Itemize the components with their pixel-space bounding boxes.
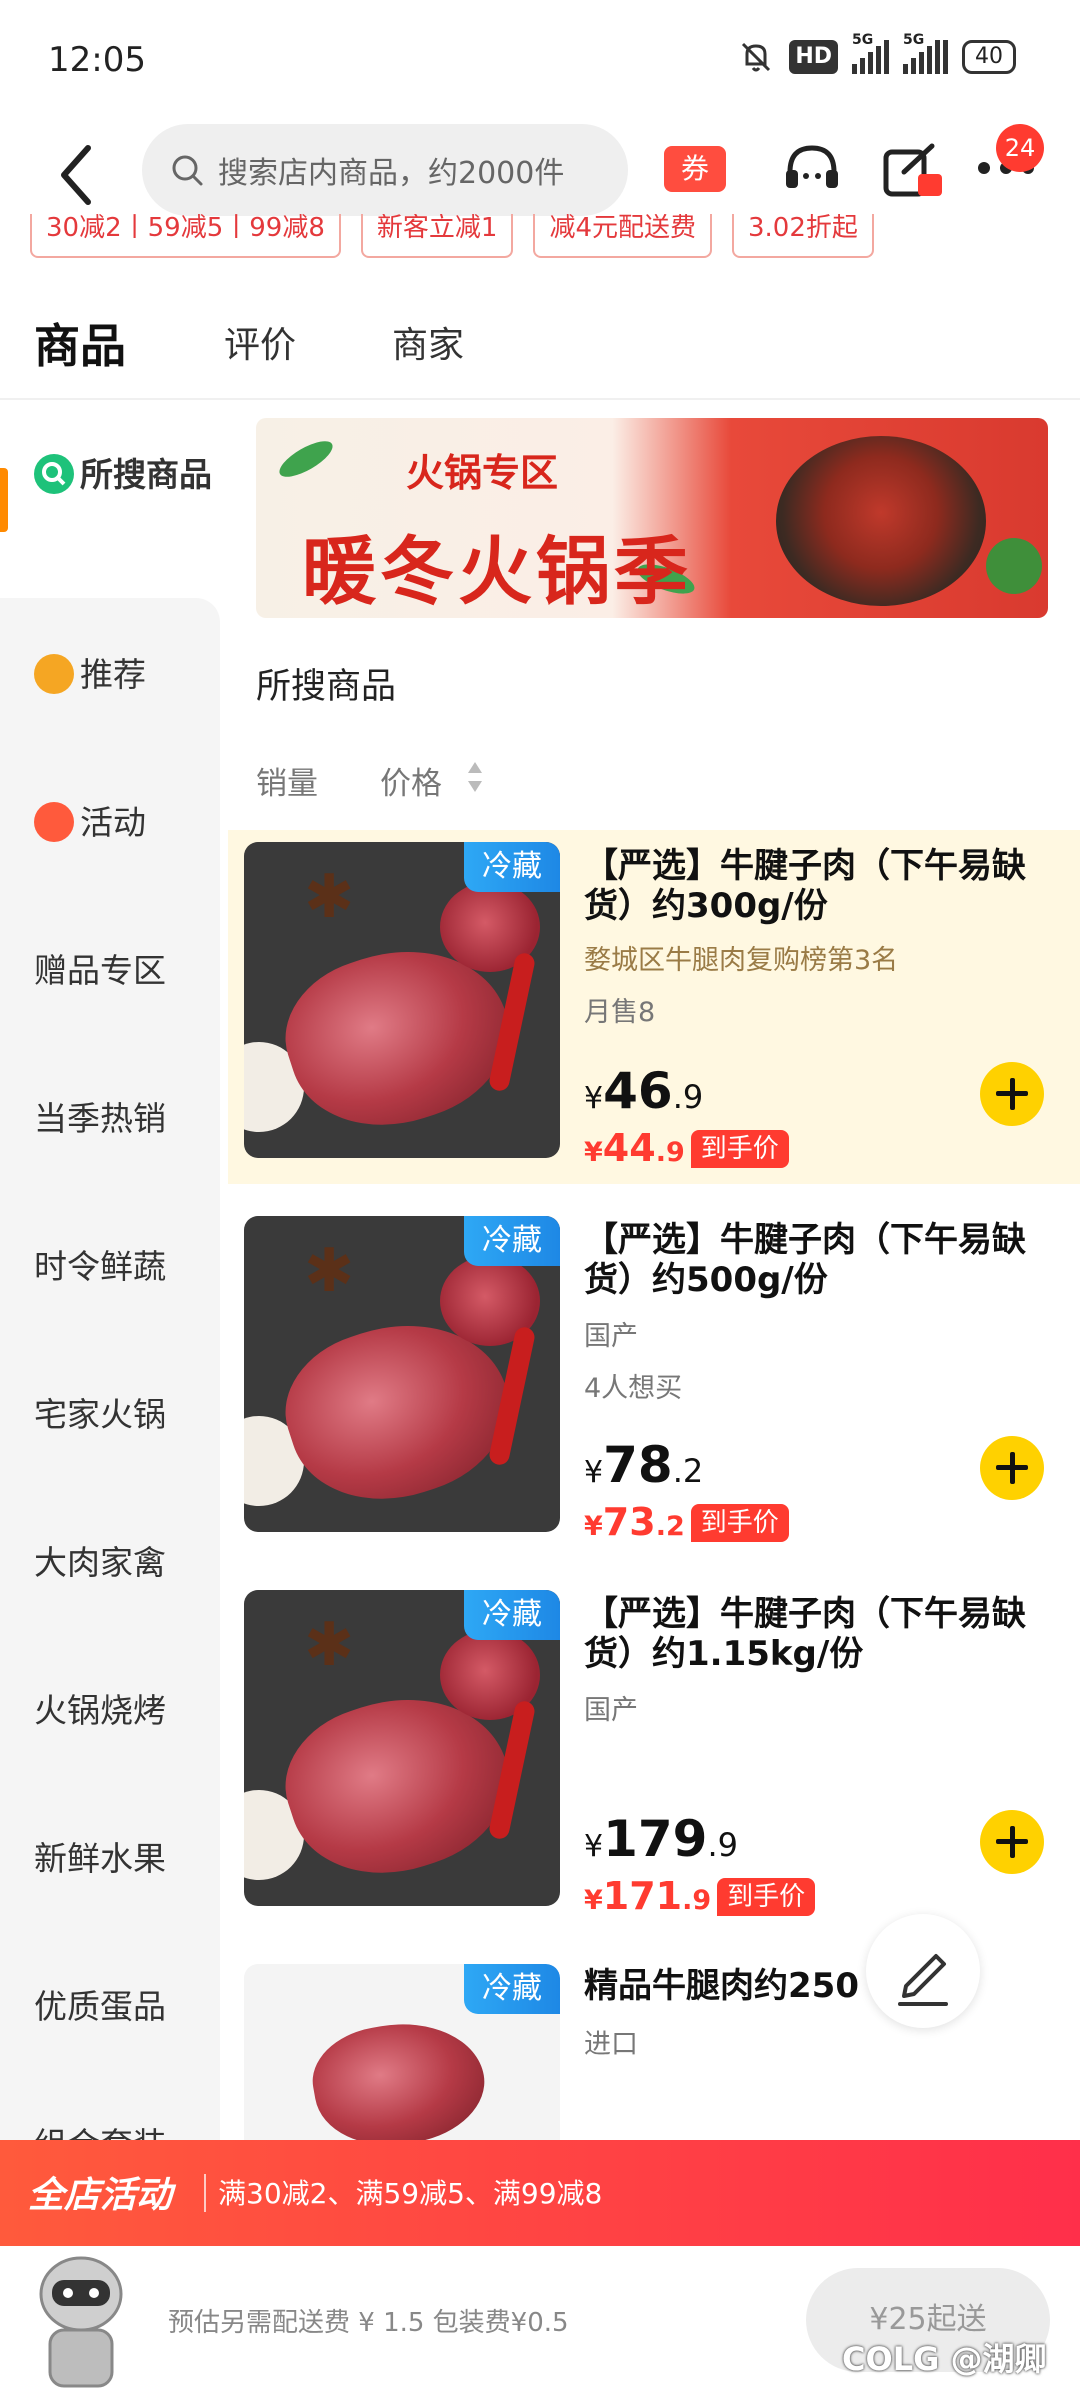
promo-tag[interactable]: 减4元配送费: [533, 214, 712, 258]
product-image[interactable]: ✱ 冷藏: [244, 1216, 560, 1532]
search-icon: [172, 155, 203, 186]
cold-storage-tag: 冷藏: [464, 1216, 560, 1266]
sidebar-item-recommend[interactable]: 推荐: [0, 648, 220, 696]
status-icons: HD 5G 5G 40: [737, 32, 1016, 76]
share-icon[interactable]: [880, 138, 944, 202]
activity-label: 全店活动: [28, 2175, 173, 2216]
sidebar-item-hotpot-home[interactable]: 宅家火锅: [0, 1388, 220, 1436]
store-activity-bar[interactable]: 全店活动 满30减2、满59减5、满99减8: [0, 2140, 1080, 2246]
sort-by-sales[interactable]: 销量: [256, 758, 318, 803]
product-origin: 国产: [584, 1695, 638, 1726]
status-time: 12:05: [48, 40, 146, 80]
hd-icon: HD: [789, 40, 838, 74]
signal-icon-2: 5G: [903, 32, 948, 74]
delivery-fee-text: 预估另需配送费 ¥ 1.5 包装费¥0.5: [168, 2308, 569, 2338]
cold-storage-tag: 冷藏: [464, 1964, 560, 2014]
tab-merchant[interactable]: 商家: [392, 316, 464, 368]
activity-text: 满30减2、满59减5、满99减8: [218, 2177, 603, 2210]
mute-icon: [742, 42, 771, 72]
product-image[interactable]: ✱ 冷藏: [244, 842, 560, 1158]
coupon-button[interactable]: 券: [664, 146, 726, 192]
banner-subtitle: 火锅专区: [406, 451, 559, 495]
back-icon[interactable]: [52, 140, 102, 210]
product-deal-price: ¥44.9 到手价: [584, 1126, 789, 1170]
sidebar-item-hotpot-bbq[interactable]: 火锅烧烤: [0, 1684, 220, 1732]
add-to-cart-button[interactable]: [980, 1436, 1044, 1500]
product-title[interactable]: 【严选】牛腱子肉（下午易缺货）约1.15kg/份: [584, 1594, 1064, 1674]
sidebar-item-meat[interactable]: 大肉家禽: [0, 1536, 220, 1584]
product-card[interactable]: ✱ 冷藏 【严选】牛腱子肉（下午易缺货）约500g/份 国产 4人想买 ¥78.…: [228, 1204, 1080, 1564]
sort-by-price[interactable]: 价格: [380, 758, 442, 803]
sidebar-item-label: 活动: [80, 803, 146, 842]
hotpot-banner[interactable]: 火锅专区 暖冬火锅季: [256, 418, 1048, 618]
section-title: 所搜商品: [256, 667, 397, 707]
product-rank: 婺城区牛腿肉复购榜第3名: [584, 945, 899, 976]
product-price: ¥179.9: [584, 1810, 738, 1868]
cart-bar: 预估另需配送费 ¥ 1.5 包装费¥0.5 ¥25起送 COLG @湖卿: [0, 2246, 1080, 2400]
status-bar: 12:05 HD 5G 5G 40: [0, 0, 1080, 120]
customer-service-icon[interactable]: [780, 138, 844, 202]
broccoli-image: [986, 538, 1042, 594]
cold-storage-tag: 冷藏: [464, 1590, 560, 1640]
sidebar-item-label: 推荐: [80, 655, 146, 694]
battery-icon: 40: [962, 40, 1016, 74]
product-deal-price: ¥73.2 到手价: [584, 1500, 789, 1544]
product-title[interactable]: 【严选】牛腱子肉（下午易缺货）约300g/份: [584, 846, 1064, 926]
signal-icon-1: 5G: [852, 32, 889, 74]
sidebar-item-fruits[interactable]: 新鲜水果: [0, 1832, 220, 1880]
promo-tag[interactable]: 新客立减1: [360, 214, 514, 258]
product-image[interactable]: 冷藏: [244, 1964, 560, 2140]
sidebar-item-activity[interactable]: 活动: [0, 796, 220, 844]
pencil-icon: [898, 1954, 948, 2006]
add-to-cart-button[interactable]: [980, 1810, 1044, 1874]
promo-tag[interactable]: 30减2丨59减5丨99减8: [30, 214, 341, 258]
promo-tag[interactable]: 3.02折起: [731, 214, 874, 258]
sidebar-item-label: 所搜商品: [80, 455, 212, 494]
product-title[interactable]: 【严选】牛腱子肉（下午易缺货）约500g/份: [584, 1220, 1064, 1300]
hotpot-image: [776, 436, 986, 606]
category-sidebar: 所搜商品 推荐 活动 赠品专区 当季热销 时令鲜蔬 宅家火锅 大肉家禽 火锅烧烤…: [0, 402, 220, 2164]
sidebar-item-seasonal[interactable]: 当季热销: [0, 1092, 220, 1140]
add-to-cart-button[interactable]: [980, 1062, 1044, 1126]
search-icon: [34, 454, 74, 494]
product-origin: 进口: [584, 2029, 638, 2060]
sidebar-item-eggs[interactable]: 优质蛋品: [0, 1980, 220, 2028]
deal-price-tag: 到手价: [717, 1878, 816, 1916]
activity-icon: [34, 802, 74, 842]
banner-title: 暖冬火锅季: [302, 529, 692, 615]
sidebar-item-vegetables[interactable]: 时令鲜蔬: [0, 1240, 220, 1288]
cold-storage-tag: 冷藏: [464, 842, 560, 892]
watermark: COLG @湖卿: [842, 2340, 1047, 2378]
promo-strip: 30减2丨59减5丨99减8 新客立减1 减4元配送费 3.02折起: [30, 214, 874, 258]
product-deal-price: ¥171.9 到手价: [584, 1874, 816, 1918]
recommend-icon: [34, 654, 74, 694]
search-placeholder: 搜索店内商品，约2000件: [218, 156, 565, 191]
product-title[interactable]: 精品牛腿肉约250: [584, 1966, 1064, 2006]
sidebar-item-searched[interactable]: 所搜商品: [0, 402, 220, 598]
product-wants: 4人想买: [584, 1373, 683, 1404]
deal-price-tag: 到手价: [690, 1130, 789, 1168]
sort-arrows-icon[interactable]: [466, 760, 484, 794]
product-price: ¥46.9: [584, 1062, 704, 1120]
message-badge: 24: [996, 124, 1044, 172]
tab-reviews[interactable]: 评价: [224, 316, 296, 368]
sidebar-item-gifts[interactable]: 赠品专区: [0, 944, 220, 992]
product-image[interactable]: ✱ 冷藏: [244, 1590, 560, 1906]
product-origin: 国产: [584, 1321, 638, 1352]
edit-floating-button[interactable]: [866, 1914, 980, 2028]
deal-price-tag: 到手价: [690, 1504, 789, 1542]
tab-products[interactable]: 商品: [34, 310, 126, 376]
robot-cart-icon[interactable]: [26, 2250, 136, 2390]
product-sales: 月售8: [584, 997, 656, 1028]
product-card[interactable]: ✱ 冷藏 【严选】牛腱子肉（下午易缺货）约300g/份 婺城区牛腿肉复购榜第3名…: [228, 830, 1080, 1184]
product-card[interactable]: ✱ 冷藏 【严选】牛腱子肉（下午易缺货）约1.15kg/份 国产 ¥179.9 …: [228, 1578, 1080, 1938]
search-input[interactable]: 搜索店内商品，约2000件: [142, 124, 628, 216]
store-tabs: 商品 评价 商家: [0, 300, 1080, 400]
product-price: ¥78.2: [584, 1436, 704, 1494]
